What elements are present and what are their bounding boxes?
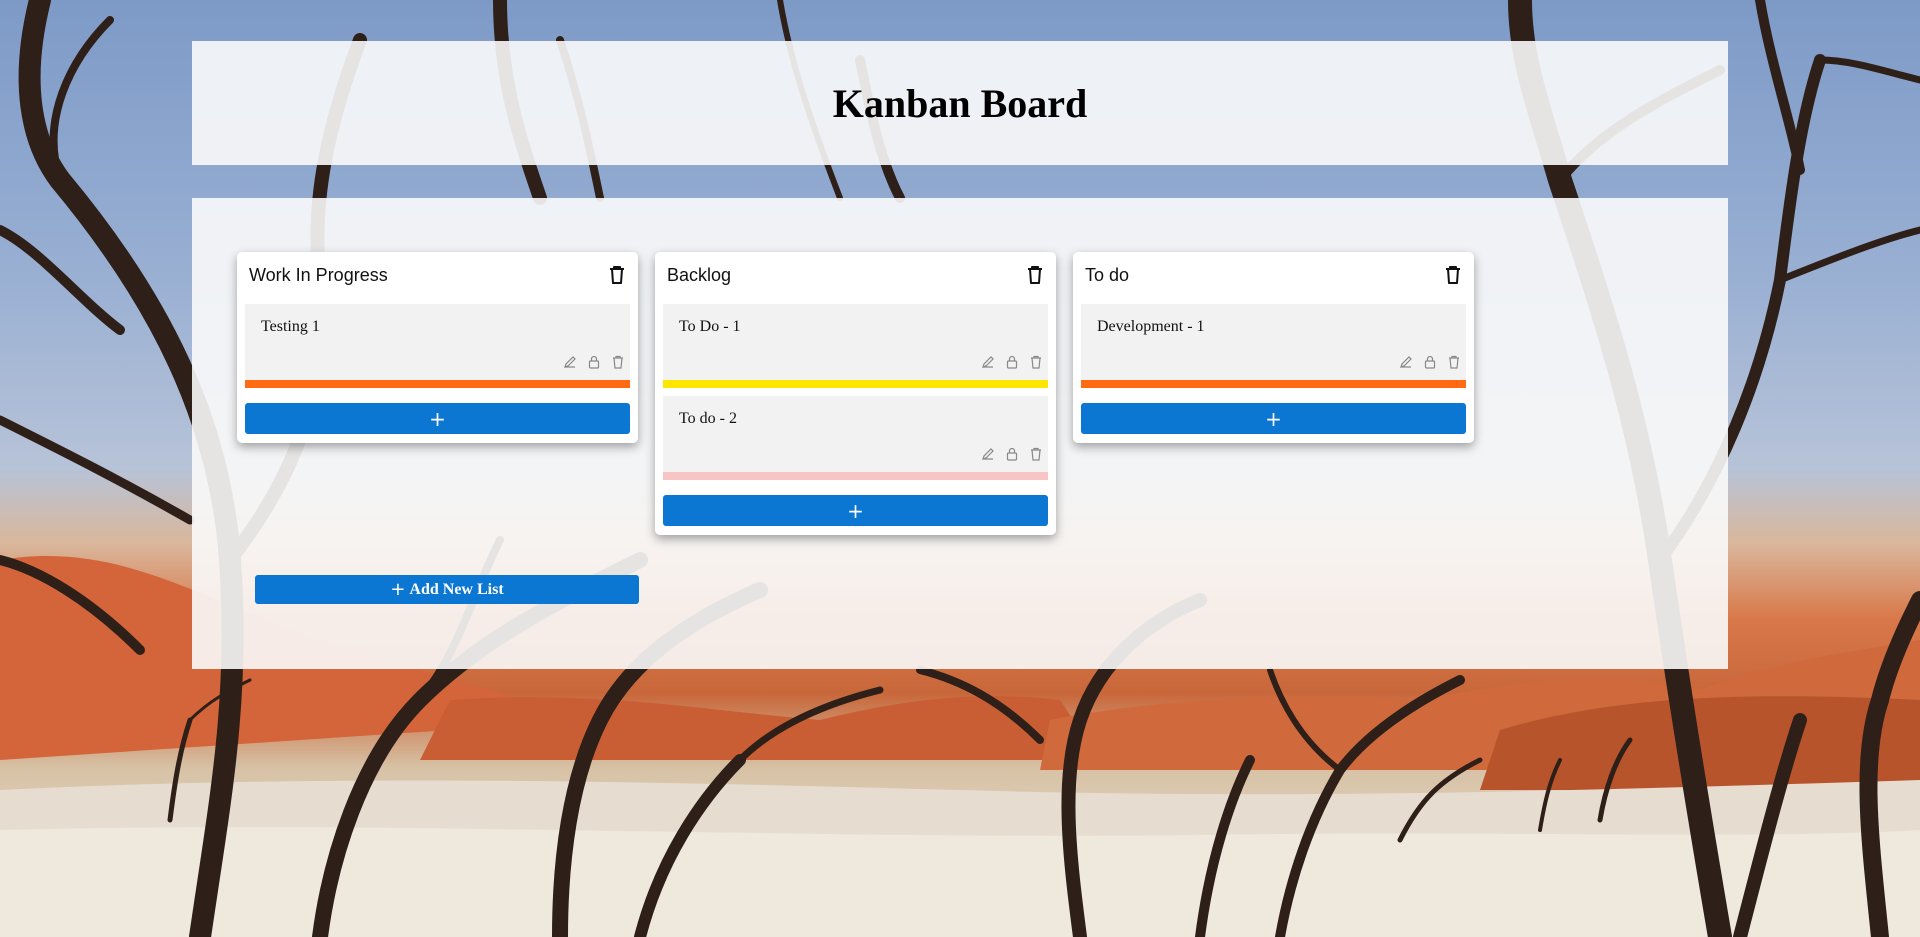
list-header: Backlog bbox=[663, 252, 1048, 298]
board-panel: Work In Progress Testing 1 + Backlog To … bbox=[192, 198, 1728, 669]
add-card-button[interactable]: + bbox=[663, 495, 1048, 526]
add-card-button[interactable]: + bbox=[1081, 403, 1466, 434]
list-work-in-progress: Work In Progress Testing 1 + bbox=[237, 252, 638, 443]
card-color-bar bbox=[663, 472, 1048, 480]
trash-icon[interactable] bbox=[1024, 264, 1046, 286]
list-title: Backlog bbox=[667, 264, 732, 285]
card[interactable]: Development - 1 bbox=[1081, 304, 1466, 388]
card-text: Development - 1 bbox=[1097, 318, 1205, 335]
lock-icon[interactable] bbox=[1422, 354, 1438, 370]
trash-icon[interactable] bbox=[1446, 354, 1462, 370]
card-text: To do - 2 bbox=[679, 410, 737, 427]
list-header: To do bbox=[1081, 252, 1466, 298]
card[interactable]: To Do - 1 bbox=[663, 304, 1048, 388]
lock-icon[interactable] bbox=[1004, 354, 1020, 370]
card-actions bbox=[562, 354, 626, 370]
card[interactable]: To do - 2 bbox=[663, 396, 1048, 480]
card-actions bbox=[1398, 354, 1462, 370]
list-title: To do bbox=[1085, 264, 1130, 285]
card-text: To Do - 1 bbox=[679, 318, 741, 335]
card-actions bbox=[980, 354, 1044, 370]
header-panel: Kanban Board bbox=[192, 41, 1728, 165]
card-actions bbox=[980, 446, 1044, 462]
pencil-icon[interactable] bbox=[562, 354, 578, 370]
lock-icon[interactable] bbox=[1004, 446, 1020, 462]
trash-icon[interactable] bbox=[610, 354, 626, 370]
plus-icon: + bbox=[390, 579, 406, 600]
lock-icon[interactable] bbox=[586, 354, 602, 370]
plus-icon: + bbox=[1265, 406, 1282, 431]
card-color-bar bbox=[663, 380, 1048, 388]
plus-icon: + bbox=[847, 498, 864, 523]
pencil-icon[interactable] bbox=[980, 354, 996, 370]
add-new-list-button[interactable]: + Add New List bbox=[255, 575, 639, 604]
trash-icon[interactable] bbox=[606, 264, 628, 286]
list-backlog: Backlog To Do - 1 To do - 2 + bbox=[655, 252, 1056, 535]
pencil-icon[interactable] bbox=[980, 446, 996, 462]
list-header: Work In Progress bbox=[245, 252, 630, 298]
trash-icon[interactable] bbox=[1442, 264, 1464, 286]
add-new-list-label: Add New List bbox=[409, 580, 504, 598]
trash-icon[interactable] bbox=[1028, 446, 1044, 462]
add-card-button[interactable]: + bbox=[245, 403, 630, 434]
card-color-bar bbox=[245, 380, 630, 388]
card[interactable]: Testing 1 bbox=[245, 304, 630, 388]
list-title: Work In Progress bbox=[249, 264, 388, 285]
plus-icon: + bbox=[429, 406, 446, 431]
list-to-do: To do Development - 1 + bbox=[1073, 252, 1474, 443]
pencil-icon[interactable] bbox=[1398, 354, 1414, 370]
page-title: Kanban Board bbox=[832, 80, 1088, 126]
card-text: Testing 1 bbox=[261, 318, 320, 335]
card-color-bar bbox=[1081, 380, 1466, 388]
trash-icon[interactable] bbox=[1028, 354, 1044, 370]
